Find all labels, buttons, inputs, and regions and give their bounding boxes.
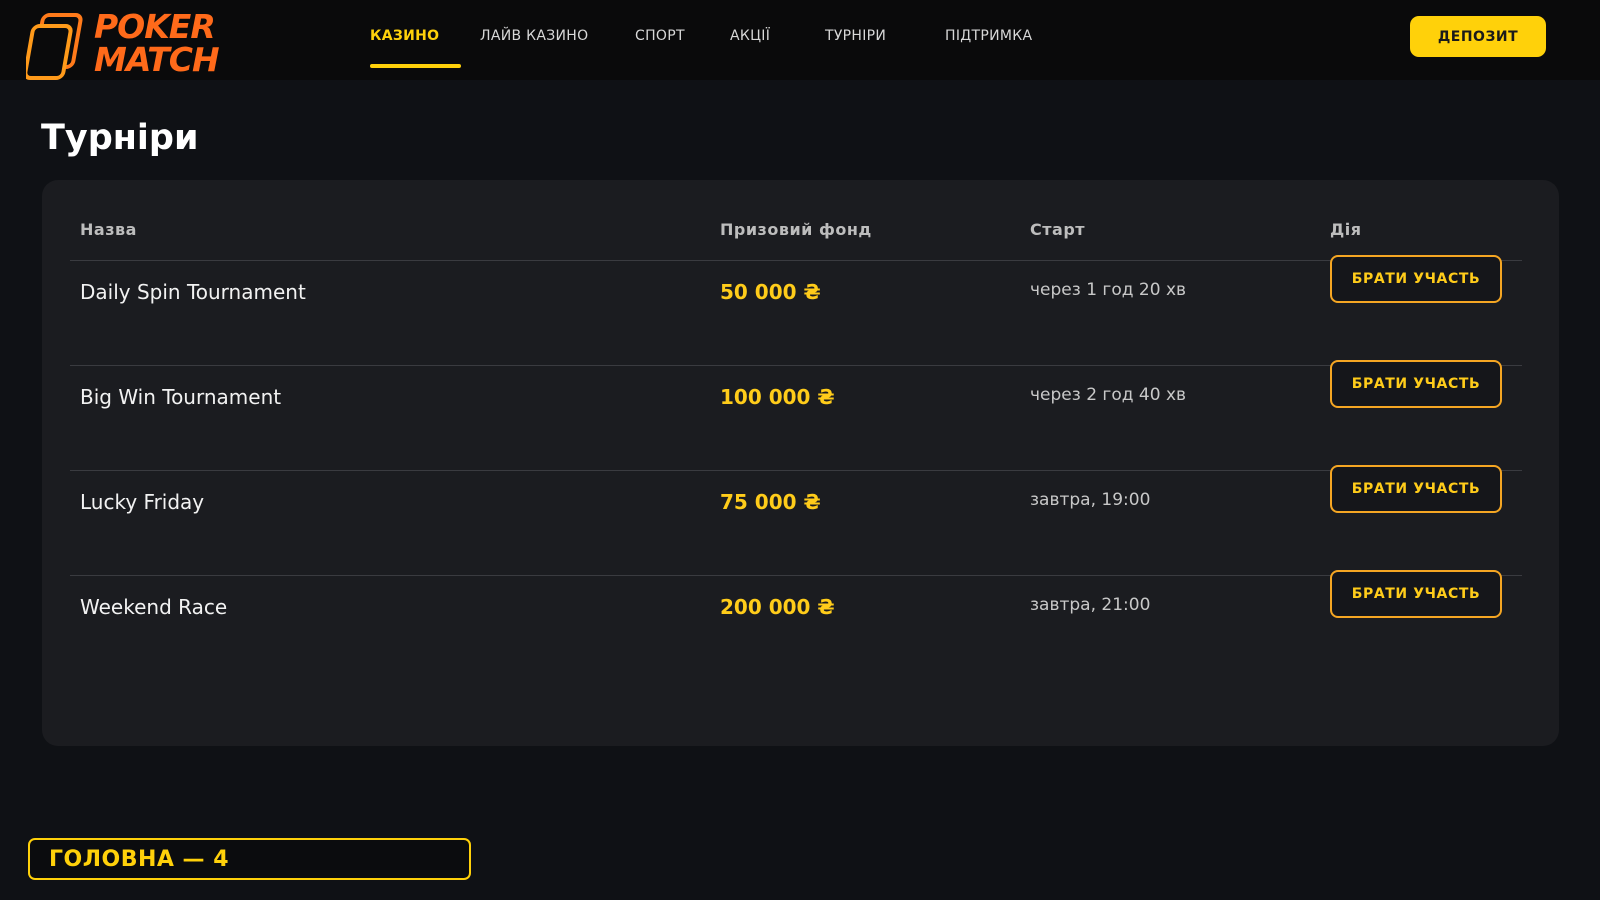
row-divider (70, 365, 1522, 366)
active-tab-indicator (370, 64, 461, 68)
header-action: Дія (1330, 220, 1362, 239)
nav-item-promotions[interactable]: АКЦІЇ (730, 28, 770, 44)
join-button[interactable]: БРАТИ УЧАСТЬ (1330, 360, 1502, 408)
logo-wordmark: POKER MATCH (94, 7, 220, 79)
nav-item-sport[interactable]: СПОРТ (635, 28, 685, 44)
prize-pool: 200 000 ₴ (720, 595, 835, 619)
nav-item-casino[interactable]: КАЗИНО (370, 28, 439, 44)
nav-item-support[interactable]: ПІДТРИМКА (945, 28, 1032, 44)
header-start: Старт (1030, 220, 1086, 239)
start-time: через 1 год 20 хв (1030, 280, 1187, 300)
tournament-name: Daily Spin Tournament (80, 280, 306, 304)
tournament-name: Weekend Race (80, 595, 228, 619)
logo-mark-icon (26, 13, 83, 80)
row-divider (70, 470, 1522, 471)
tournaments-table: Назва Призовий фонд Старт Дія Daily Spin… (42, 180, 1559, 746)
logo-line-1: POKER (94, 7, 216, 46)
start-time: через 2 год 40 хв (1030, 385, 1187, 405)
prize-pool: 50 000 ₴ (720, 280, 821, 304)
table-row: Lucky Friday 75 000 ₴ завтра, 19:00 БРАТ… (70, 465, 1522, 575)
start-time: завтра, 19:00 (1030, 490, 1151, 510)
logo-line-2: MATCH (94, 40, 220, 79)
table-row: Big Win Tournament 100 000 ₴ через 2 год… (70, 360, 1522, 470)
nav-item-tournaments[interactable]: ТУРНІРИ (825, 28, 886, 44)
deposit-button[interactable]: ДЕПОЗИТ (1410, 16, 1546, 57)
top-bar: POKER MATCH КАЗИНО ЛАЙВ КАЗИНО СПОРТ АКЦ… (0, 0, 1600, 80)
prize-pool: 75 000 ₴ (720, 490, 821, 514)
header-name: Назва (80, 220, 137, 239)
join-button[interactable]: БРАТИ УЧАСТЬ (1330, 570, 1502, 618)
tournament-name: Lucky Friday (80, 490, 205, 514)
prize-pool: 100 000 ₴ (720, 385, 835, 409)
pokermatch-logo[interactable]: POKER MATCH (26, 10, 226, 80)
nav-item-live-casino[interactable]: ЛАЙВ КАЗИНО (480, 28, 588, 44)
header-prize: Призовий фонд (720, 220, 872, 239)
row-divider (70, 260, 1522, 261)
page-indicator: ГОЛОВНА — 4 (28, 838, 471, 880)
join-button[interactable]: БРАТИ УЧАСТЬ (1330, 255, 1502, 303)
table-row: Daily Spin Tournament 50 000 ₴ через 1 г… (70, 255, 1522, 365)
start-time: завтра, 21:00 (1030, 595, 1151, 615)
table-row: Weekend Race 200 000 ₴ завтра, 21:00 БРА… (70, 570, 1522, 680)
page-title: Турніри (41, 118, 199, 158)
join-button[interactable]: БРАТИ УЧАСТЬ (1330, 465, 1502, 513)
tournament-name: Big Win Tournament (80, 385, 282, 409)
row-divider (70, 575, 1522, 576)
